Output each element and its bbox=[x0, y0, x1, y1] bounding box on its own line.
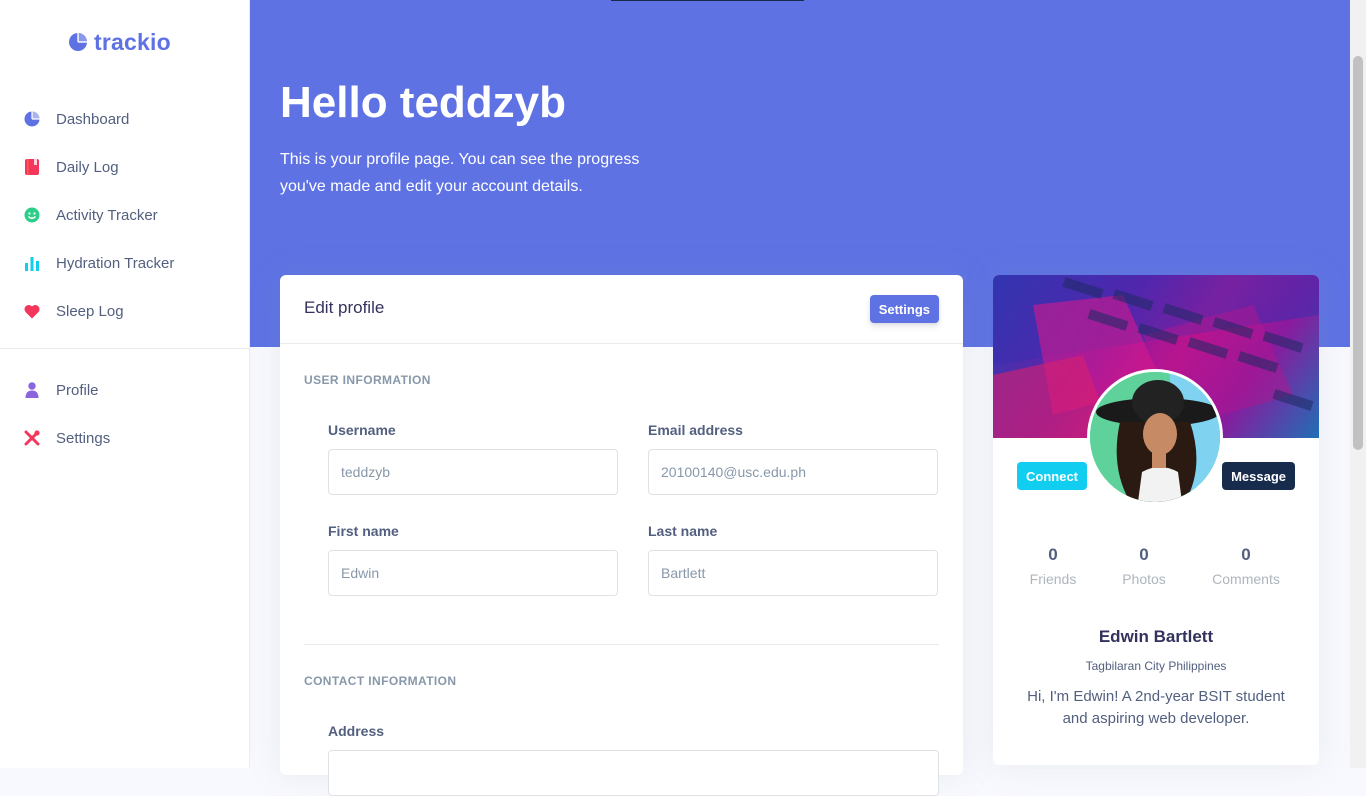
sidebar-item-daily-log[interactable]: Daily Log bbox=[0, 143, 249, 191]
user-icon bbox=[23, 381, 41, 399]
email-input[interactable] bbox=[648, 449, 938, 495]
stat-label: Comments bbox=[1212, 571, 1280, 587]
sidebar: trackio Dashboard Daily Log Activity Tra… bbox=[0, 0, 250, 768]
sidebar-item-sleep-log[interactable]: Sleep Log bbox=[0, 287, 249, 335]
stat-friends: 0 Friends bbox=[1029, 545, 1077, 587]
sidebar-item-settings[interactable]: Settings bbox=[0, 414, 249, 462]
bar-chart-icon bbox=[23, 254, 41, 272]
stat-value: 0 bbox=[1048, 545, 1058, 564]
sidebar-item-label: Daily Log bbox=[56, 158, 119, 176]
user-information-heading: USER INFORMATION bbox=[304, 373, 431, 387]
sidebar-item-label: Settings bbox=[56, 429, 111, 447]
pie-chart-icon bbox=[23, 110, 41, 128]
profile-card: Connect Message 0 Friends 0 Photos 0 Com… bbox=[993, 275, 1319, 765]
card-title: Edit profile bbox=[304, 298, 385, 317]
brand[interactable]: trackio bbox=[68, 28, 171, 56]
first-name-input[interactable] bbox=[328, 550, 618, 596]
email-label: Email address bbox=[648, 422, 743, 438]
address-label: Address bbox=[328, 723, 385, 739]
top-indicator-bar bbox=[611, 0, 804, 1]
main-nav: Dashboard Daily Log Activity Tracker Hyd… bbox=[0, 95, 249, 335]
edit-profile-card: Edit profile Settings USER INFORMATION U… bbox=[280, 275, 963, 796]
profile-bio: Hi, I'm Edwin! A 2nd-year BSIT student a… bbox=[1027, 688, 1285, 727]
stat-value: 0 bbox=[1241, 545, 1251, 564]
sidebar-item-profile[interactable]: Profile bbox=[0, 366, 249, 414]
profile-location: Tagbilaran City Philippines bbox=[1085, 659, 1227, 673]
brand-name: trackio bbox=[94, 28, 171, 55]
account-nav: Profile Settings bbox=[0, 366, 249, 462]
smile-icon bbox=[23, 206, 41, 224]
stat-label: Photos bbox=[1122, 571, 1166, 587]
tools-icon bbox=[23, 429, 41, 447]
sidebar-item-dashboard[interactable]: Dashboard bbox=[0, 95, 249, 143]
book-icon bbox=[23, 158, 41, 176]
sidebar-item-label: Hydration Tracker bbox=[56, 254, 175, 272]
section-divider bbox=[304, 644, 939, 645]
message-button[interactable]: Message bbox=[1222, 462, 1295, 490]
sidebar-item-label: Activity Tracker bbox=[56, 206, 158, 224]
address-input[interactable] bbox=[328, 750, 939, 796]
username-label: Username bbox=[328, 422, 396, 438]
page-scrollbar[interactable] bbox=[1350, 0, 1366, 768]
profile-stats: 0 Friends 0 Photos 0 Comments bbox=[993, 545, 1319, 605]
connect-button[interactable]: Connect bbox=[1017, 462, 1087, 490]
last-name-label: Last name bbox=[648, 523, 718, 539]
username-input[interactable] bbox=[328, 449, 618, 495]
first-name-label: First name bbox=[328, 523, 399, 539]
sidebar-item-label: Sleep Log bbox=[56, 302, 124, 320]
scrollbar-thumb[interactable] bbox=[1353, 56, 1363, 450]
stat-photos: 0 Photos bbox=[1119, 545, 1169, 587]
avatar[interactable] bbox=[1087, 369, 1223, 505]
page-description: This is your profile page. You can see t… bbox=[280, 151, 640, 195]
sidebar-item-label: Profile bbox=[56, 381, 99, 399]
settings-button[interactable]: Settings bbox=[869, 295, 939, 323]
pie-chart-logo-icon bbox=[69, 33, 87, 51]
stat-label: Friends bbox=[1029, 571, 1077, 587]
last-name-input[interactable] bbox=[648, 550, 938, 596]
sidebar-item-label: Dashboard bbox=[56, 110, 130, 128]
sidebar-item-hydration-tracker[interactable]: Hydration Tracker bbox=[0, 239, 249, 287]
sidebar-item-activity-tracker[interactable]: Activity Tracker bbox=[0, 191, 249, 239]
card-header: Edit profile Settings bbox=[280, 275, 963, 344]
contact-information-heading: CONTACT INFORMATION bbox=[304, 674, 457, 688]
page-title: Hello teddzyb bbox=[280, 78, 567, 127]
stat-value: 0 bbox=[1139, 545, 1149, 564]
profile-name: Edwin Bartlett bbox=[1098, 627, 1214, 646]
sidebar-divider bbox=[0, 348, 249, 349]
heart-icon bbox=[23, 302, 41, 320]
stat-comments: 0 Comments bbox=[1209, 545, 1283, 587]
